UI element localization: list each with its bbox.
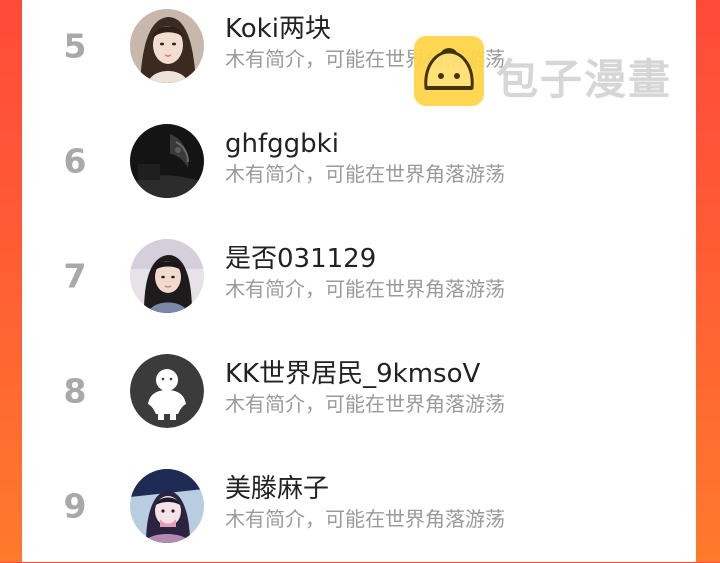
- user-name[interactable]: 是否031129: [225, 246, 376, 272]
- avatar[interactable]: [130, 238, 204, 313]
- user-name[interactable]: ghfggbki: [225, 131, 339, 157]
- user-name[interactable]: 美滕麻子: [225, 476, 329, 502]
- cartoon-avatar: [130, 468, 204, 543]
- list-item[interactable]: 6 ghfggbki 木有简介，可能在世界角落游荡: [22, 103, 696, 218]
- rank-number: 6: [63, 141, 87, 180]
- avatar[interactable]: [130, 353, 204, 428]
- list-item[interactable]: 7 是否031129 木有简介，可能在世界角落游荡: [22, 218, 696, 333]
- user-bio: 木有简介，可能在世界角落游荡: [225, 507, 505, 531]
- ranking-list-panel: 5 Koki两块 木有简介，可能在世界角落游荡 6 ghfggbki 木有简介，…: [22, 0, 696, 562]
- rank-number: 8: [63, 371, 87, 410]
- list-item[interactable]: 5 Koki两块 木有简介，可能在世界角落游荡: [22, 0, 696, 103]
- user-photo-avatar: [130, 8, 204, 83]
- user-bio: 木有简介，可能在世界角落游荡: [225, 162, 505, 186]
- avatar[interactable]: [130, 468, 204, 543]
- user-bio: 木有简介，可能在世界角落游荡: [225, 392, 505, 416]
- user-name[interactable]: Koki两块: [225, 16, 331, 42]
- rank-number: 5: [63, 26, 87, 65]
- rank-number: 9: [63, 486, 87, 525]
- dark-photo-avatar: [130, 123, 204, 198]
- list-item[interactable]: 8 KK世界居民_9kmsoV 木有简介，可能在世界角落游荡: [22, 333, 696, 448]
- list-item[interactable]: 9 美滕麻子 木有简介，可能在世界角落游荡: [22, 448, 696, 563]
- user-photo-avatar: [130, 238, 204, 313]
- default-avatar-icon: [130, 353, 204, 428]
- user-name[interactable]: KK世界居民_9kmsoV: [225, 361, 480, 387]
- rank-number: 7: [63, 256, 87, 295]
- avatar[interactable]: [130, 123, 204, 198]
- user-bio: 木有简介，可能在世界角落游荡: [225, 277, 505, 301]
- user-bio: 木有简介，可能在世界角落游荡: [225, 47, 505, 71]
- avatar[interactable]: [130, 8, 204, 83]
